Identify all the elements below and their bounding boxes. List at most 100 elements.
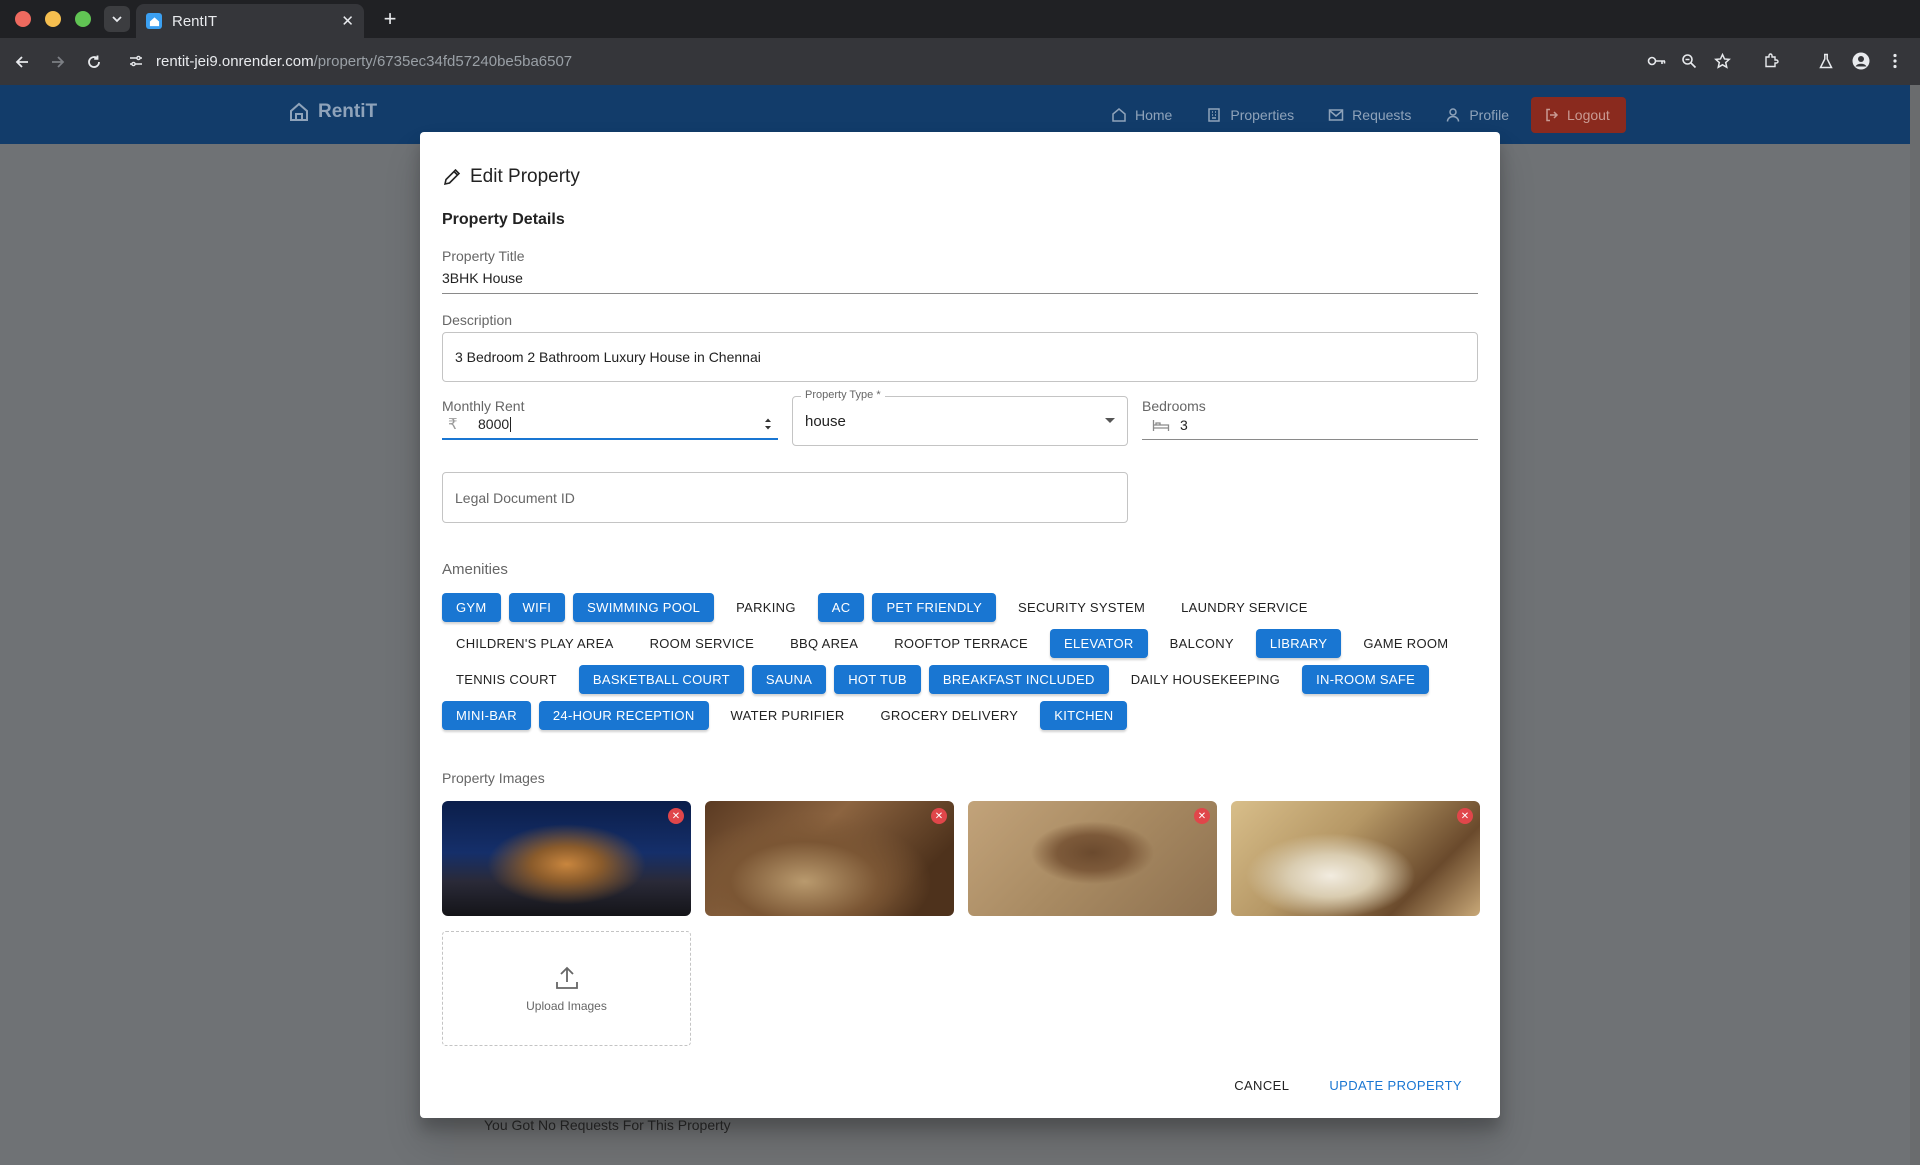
browser-tab[interactable]: RentIT ✕ (136, 4, 364, 38)
window-minimize-button[interactable] (45, 11, 61, 27)
amenity-chip[interactable]: DAILY HOUSEKEEPING (1117, 665, 1294, 694)
amenity-chip[interactable]: CHILDREN'S PLAY AREA (442, 629, 628, 658)
amenity-chip[interactable]: BBQ AREA (776, 629, 872, 658)
amenity-chip[interactable]: ELEVATOR (1050, 629, 1148, 658)
nav-requests[interactable]: Requests (1311, 97, 1428, 133)
amenity-chip[interactable]: GYM (442, 593, 501, 622)
property-type-value: house (805, 413, 846, 430)
remove-image-icon[interactable]: ✕ (1457, 808, 1473, 824)
favicon-icon (146, 13, 162, 29)
amenity-chip[interactable]: AC (817, 593, 865, 622)
remove-image-icon[interactable]: ✕ (1194, 808, 1210, 824)
labs-flask-icon[interactable] (1815, 50, 1837, 72)
monthly-rent-input[interactable]: ₹ 8000 (442, 410, 778, 440)
amenity-chip[interactable]: SAUNA (751, 665, 827, 694)
bed-icon (1152, 419, 1170, 431)
logout-button[interactable]: Logout (1531, 97, 1626, 133)
legal-document-input[interactable]: Legal Document ID (442, 472, 1128, 523)
amenity-chip[interactable]: BASKETBALL COURT (578, 665, 744, 694)
amenity-chip[interactable]: PET FRIENDLY (872, 593, 997, 622)
extensions-icon[interactable] (1760, 50, 1782, 72)
nav-properties[interactable]: Properties (1189, 97, 1311, 133)
dialog-title: Edit Property (442, 166, 580, 188)
window-close-button[interactable] (15, 11, 31, 27)
description-value: 3 Bedroom 2 Bathroom Luxury House in Che… (455, 349, 761, 365)
cancel-button[interactable]: CANCEL (1226, 1074, 1297, 1097)
property-image-bedroom[interactable]: ✕ (1231, 801, 1480, 916)
amenity-chip[interactable]: ROOFTOP TERRACE (880, 629, 1042, 658)
remove-image-icon[interactable]: ✕ (931, 808, 947, 824)
amenity-chip[interactable]: SECURITY SYSTEM (1004, 593, 1159, 622)
browser-toolbar: rentit-jei9.onrender.com/property/6735ec… (0, 38, 1920, 85)
tab-close-icon[interactable]: ✕ (341, 12, 354, 30)
dialog-title-text: Edit Property (470, 166, 580, 187)
amenity-chip[interactable]: MINI-BAR (442, 701, 531, 730)
number-spinner-icon[interactable] (762, 416, 774, 432)
property-images-label: Property Images (442, 770, 545, 786)
house-logo-icon (290, 102, 308, 121)
property-type-label: Property Type * (801, 389, 885, 401)
url-text: rentit-jei9.onrender.com/property/6735ec… (156, 53, 572, 70)
property-image-bathroom-mirror[interactable]: ✕ (968, 801, 1217, 916)
zoom-icon[interactable] (1678, 50, 1700, 72)
nav-profile-label: Profile (1469, 106, 1510, 123)
monthly-rent-value: 8000 (478, 415, 510, 432)
bookmark-star-icon[interactable] (1711, 50, 1733, 72)
amenity-chip[interactable]: PARKING (722, 593, 810, 622)
brand-logo[interactable]: RentiT (288, 101, 377, 123)
profile-avatar-icon[interactable] (1850, 50, 1872, 72)
amenity-chip[interactable]: WIFI (508, 593, 566, 622)
amenities-chip-group: GYM WIFI SWIMMING POOL PARKING AC PET FRIENDL… (442, 593, 1482, 730)
amenity-chip[interactable]: LIBRARY (1255, 629, 1342, 658)
amenity-chip[interactable]: BALCONY (1156, 629, 1248, 658)
window-maximize-button[interactable] (75, 11, 91, 27)
nav-home[interactable]: Home (1094, 97, 1189, 133)
tab-search-button[interactable] (104, 6, 130, 32)
update-property-button[interactable]: UPDATE PROPERTY (1321, 1074, 1470, 1097)
amenity-chip[interactable]: HOT TUB (834, 665, 921, 694)
user-icon (1447, 107, 1460, 122)
property-type-select[interactable]: Property Type * house (792, 389, 1128, 446)
address-bar[interactable]: rentit-jei9.onrender.com/property/6735ec… (124, 42, 1644, 80)
amenity-chip[interactable]: WATER PURIFIER (717, 701, 859, 730)
upload-images-dropzone[interactable]: Upload Images (442, 931, 691, 1046)
browser-menu-icon[interactable] (1884, 50, 1906, 72)
property-image-kitchen[interactable]: ✕ (705, 801, 954, 916)
site-info-icon[interactable] (128, 53, 144, 69)
amenity-chip[interactable]: GROCERY DELIVERY (867, 701, 1033, 730)
property-title-input[interactable]: 3BHK House (442, 270, 1478, 294)
back-button[interactable] (10, 50, 34, 74)
upload-images-label: Upload Images (526, 998, 607, 1013)
text-caret (510, 417, 512, 433)
property-image-exterior-night[interactable]: ✕ (442, 801, 691, 916)
monthly-rent-value-wrap: 8000 (478, 416, 762, 433)
remove-image-icon[interactable]: ✕ (668, 808, 684, 824)
new-tab-button[interactable]: + (378, 6, 402, 31)
mail-icon (1328, 108, 1344, 121)
amenity-chip[interactable]: TENNIS COURT (442, 665, 571, 694)
password-key-icon[interactable] (1646, 50, 1668, 72)
url-host: rentit-jei9.onrender.com (156, 52, 314, 70)
edit-property-dialog: Edit Property Property Details Property … (420, 132, 1500, 1118)
amenity-chip[interactable]: LAUNDRY SERVICE (1167, 593, 1322, 622)
amenity-chip[interactable]: KITCHEN (1040, 701, 1128, 730)
amenity-chip[interactable]: BREAKFAST INCLUDED (928, 665, 1109, 694)
forward-button[interactable] (46, 50, 70, 74)
logout-icon (1546, 108, 1559, 122)
nav-home-label: Home (1135, 106, 1173, 123)
nav-profile[interactable]: Profile (1428, 97, 1526, 133)
amenity-chip[interactable]: ROOM SERVICE (636, 629, 769, 658)
amenity-chip[interactable]: 24-HOUR RECEPTION (538, 701, 709, 730)
pencil-icon (443, 168, 461, 186)
brand-name: RentiT (318, 101, 378, 122)
page-scrollbar[interactable] (1910, 85, 1920, 1165)
description-input[interactable]: 3 Bedroom 2 Bathroom Luxury House in Che… (442, 332, 1478, 382)
arrow-right-icon (52, 56, 65, 68)
amenity-chip[interactable]: IN-ROOM SAFE (1302, 665, 1430, 694)
bedrooms-input[interactable]: 3 (1142, 410, 1478, 440)
bedrooms-value: 3 (1180, 416, 1188, 433)
dropdown-arrow-icon (1105, 418, 1115, 423)
amenity-chip[interactable]: GAME ROOM (1349, 629, 1462, 658)
reload-button[interactable] (82, 50, 106, 74)
amenity-chip[interactable]: SWIMMING POOL (573, 593, 715, 622)
